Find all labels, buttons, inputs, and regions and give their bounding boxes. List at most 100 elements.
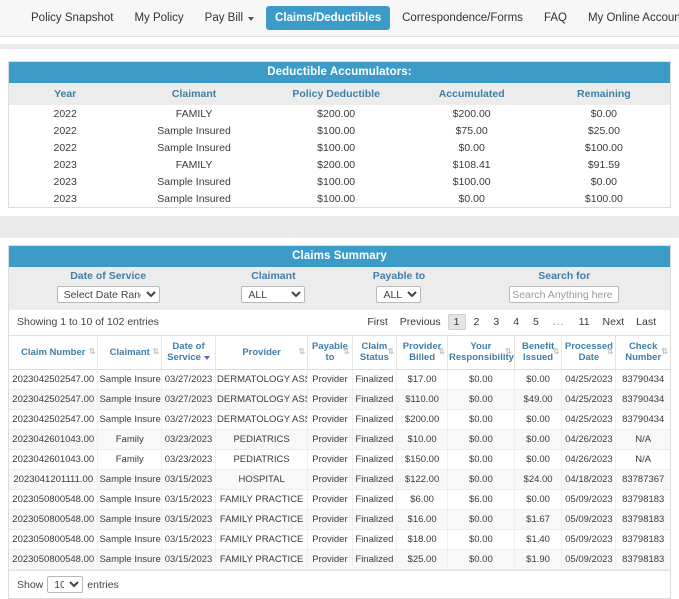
claims-cell: $1.90	[514, 549, 563, 571]
search-input[interactable]	[509, 286, 620, 303]
pagination-page-5[interactable]: 5	[527, 314, 545, 330]
sort-toggle-icon: ⇅	[438, 347, 445, 357]
claims-cell: 03/15/2023	[161, 529, 217, 551]
nav-spacer-white	[0, 37, 679, 44]
deductible-cell: $0.00	[537, 105, 670, 122]
claims-col-header-your-responsibility[interactable]: Your Responsibility ⇅	[447, 335, 515, 371]
claims-cell: 04/25/2023	[561, 409, 617, 431]
table-row[interactable]: 2023042502547.00 Sample Insured 03/27/2023…	[9, 409, 670, 431]
table-row[interactable]: 2023041201111.00 Sample Insured 03/15/2023…	[9, 469, 670, 491]
pagination-page-11[interactable]: 11	[573, 314, 596, 330]
claims-cell: $0.00	[514, 489, 563, 511]
deductible-cell: $0.00	[405, 139, 538, 156]
pagination-first[interactable]: First	[362, 314, 392, 331]
deductible-cell: FAMILY	[121, 156, 267, 173]
filter-search: Search for	[458, 270, 670, 303]
payable-to-select[interactable]: ALL	[376, 286, 422, 303]
table-row[interactable]: 2023042601043.00 Family 03/23/2023 PEDIATRI…	[9, 449, 670, 471]
table-row[interactable]: 2023042502547.00 Sample Insured 03/27/2023…	[9, 389, 670, 411]
claims-cell: 03/15/2023	[161, 489, 217, 511]
pagination-page-3[interactable]: 3	[487, 314, 505, 330]
deductible-cell: 2022	[9, 139, 122, 156]
deductible-table-row: 2023 Sample Insured $100.00 $100.00 $0.00	[9, 173, 670, 190]
claims-table-body: 2023042502547.00 Sample Insured 03/27/2023…	[9, 369, 670, 571]
pagination-last[interactable]: Last	[631, 314, 661, 331]
claims-cell: $110.00	[396, 389, 448, 411]
claims-cell: Provider	[307, 429, 353, 451]
claimant-select[interactable]: ALL	[241, 286, 306, 303]
claims-cell: Sample Insured	[97, 389, 163, 411]
nav-item-faq[interactable]: FAQ	[535, 6, 576, 31]
sort-toggle-icon: ⇅	[152, 347, 160, 357]
sort-toggle-icon: ⇅	[342, 347, 350, 357]
claims-col-header-check-number[interactable]: Check Number ⇅	[615, 335, 670, 371]
sort-desc-arrow-icon	[203, 355, 210, 360]
page-length-select[interactable]: 10	[47, 576, 84, 594]
claims-cell: $1.67	[514, 509, 563, 531]
entries-label: entries	[87, 578, 119, 591]
nav-item-correspondence-forms[interactable]: Correspondence/Forms	[393, 6, 532, 31]
claims-col-header-payable-to[interactable]: Payable to ⇅	[307, 335, 353, 371]
nav-item-label: My Online Account	[587, 11, 679, 24]
deductible-cell: $75.00	[405, 122, 538, 139]
nav-item-claims-deductibles[interactable]: Claims/Deductibles	[266, 5, 391, 31]
table-row[interactable]: 2023050800548.00 Sample Insured 03/15/2023…	[9, 529, 670, 551]
deductible-col-header: Accumulated	[405, 83, 538, 105]
claims-cell: $0.00	[447, 409, 515, 431]
table-row[interactable]: 2023050800548.00 Sample Insured 03/15/2023…	[9, 509, 670, 531]
claims-col-header-provider[interactable]: Provider ⇅	[215, 335, 309, 371]
claims-cell: 03/23/2023	[161, 429, 217, 451]
claims-cell: 2023042502547.00	[9, 389, 99, 411]
pagination-page-4[interactable]: 4	[507, 314, 525, 330]
filter-claimant: Claimant ALL	[207, 270, 339, 303]
table-row[interactable]: 2023042601043.00 Family 03/23/2023 PEDIATRI…	[9, 429, 670, 451]
claims-cell: 83787367	[615, 469, 670, 491]
deductible-cell: $25.00	[537, 122, 670, 139]
claims-cell: 04/18/2023	[561, 469, 617, 491]
claims-col-header-benefit-issued[interactable]: Benefit Issued ⇅	[514, 335, 563, 371]
deductible-cell: $200.00	[266, 105, 406, 122]
deductible-cell: 2023	[9, 190, 122, 207]
claims-cell: 03/27/2023	[161, 369, 217, 391]
nav-item-label: Pay Bill	[204, 11, 244, 24]
filter-payable-to: Payable to ALL	[339, 270, 458, 303]
nav-item-policy-snapshot[interactable]: Policy Snapshot	[22, 6, 122, 31]
claims-cell: Finalized	[352, 469, 398, 491]
pagination-previous[interactable]: Previous	[395, 314, 446, 331]
table-row[interactable]: 2023050800548.00 Sample Insured 03/15/2023…	[9, 549, 670, 571]
claims-col-header-provider-billed[interactable]: Provider Billed ⇅	[396, 335, 448, 371]
nav-item-my-policy[interactable]: My Policy	[125, 6, 192, 31]
deductible-table: Year Claimant Policy Deductible Accumulated…	[9, 83, 670, 207]
deductible-cell: FAMILY	[121, 105, 267, 122]
chevron-down-icon	[248, 16, 255, 21]
pagination-page-2[interactable]: 2	[468, 314, 486, 330]
nav-item-pay-bill[interactable]: Pay Bill	[196, 6, 263, 31]
claims-cell: $6.00	[396, 489, 448, 511]
claims-col-header-claim-number[interactable]: Claim Number ⇅	[9, 335, 99, 371]
nav-item-my-online-account[interactable]: My Online Account	[579, 6, 679, 31]
panel-spacer-top	[0, 49, 679, 61]
claims-cell: N/A	[615, 429, 670, 451]
pagination: First Previous 1 2 3 4 5... 11 Next Last	[361, 314, 662, 331]
deductible-accumulators-panel: Deductible Accumulators: Year Claimant Pol…	[8, 61, 671, 208]
claims-cell: $0.00	[447, 369, 515, 391]
table-row[interactable]: 2023050800548.00 Sample Insured 03/15/2023…	[9, 489, 670, 511]
filter-search-label: Search for	[538, 270, 591, 282]
date-range-select[interactable]: Select Date Range	[56, 286, 160, 303]
table-row[interactable]: 2023042502547.00 Sample Insured 03/27/2023…	[9, 369, 670, 391]
claims-col-header-date-of-service[interactable]: Date of Service	[161, 335, 217, 371]
filter-date-of-service-label: Date of Service	[70, 270, 147, 282]
claims-col-header-claimant[interactable]: Claimant ⇅	[97, 335, 163, 371]
deductible-cell: $91.59	[537, 156, 670, 173]
claims-col-header-processed-date[interactable]: Processed Date ⇅	[561, 335, 617, 371]
claims-cell: FAMILY PRACTICE	[215, 489, 309, 511]
pagination-next[interactable]: Next	[598, 314, 630, 331]
claims-cell: $0.00	[514, 449, 563, 471]
deductible-table-row: 2022 Sample Insured $100.00 $75.00 $25.00	[9, 122, 670, 139]
claims-col-header-claim-status[interactable]: Claim Status ⇅	[352, 335, 398, 371]
claims-cell: Provider	[307, 529, 353, 551]
claims-cell: $17.00	[396, 369, 448, 391]
pagination-page-1[interactable]: 1	[447, 314, 466, 330]
claims-col-header-label: Provider Billed	[402, 340, 442, 364]
claims-cell: $0.00	[514, 409, 563, 431]
